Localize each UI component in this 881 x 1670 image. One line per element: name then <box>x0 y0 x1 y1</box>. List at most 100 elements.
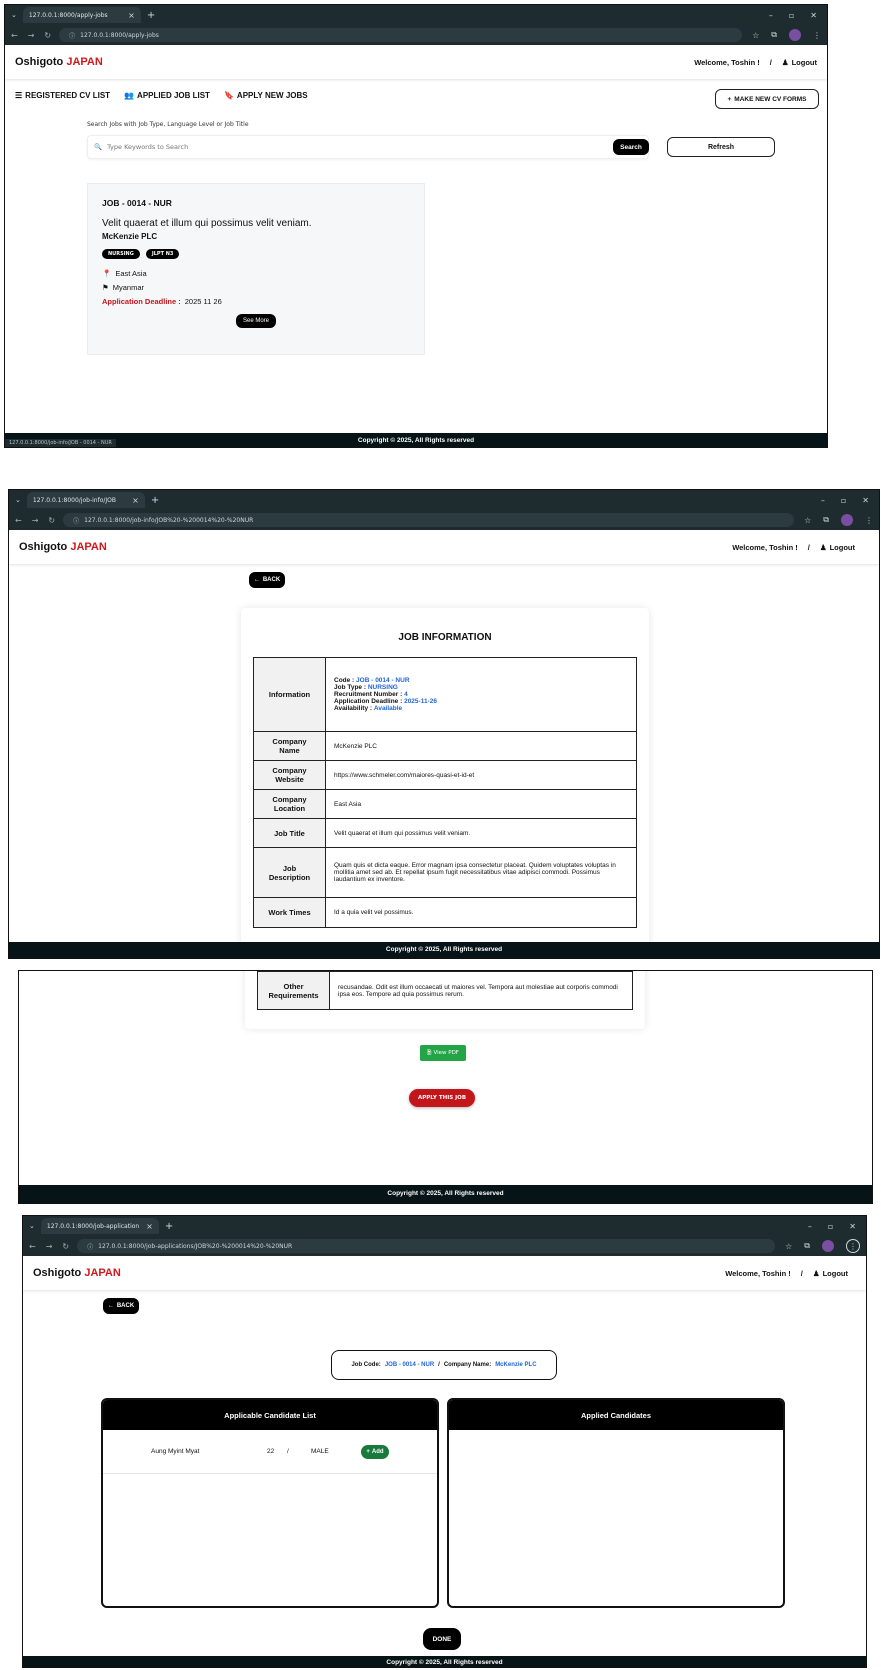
search-hint: Search Jobs with Job Type, Language Leve… <box>87 121 249 128</box>
flag-icon: ⚑ <box>102 283 109 292</box>
profile-avatar[interactable] <box>789 29 801 41</box>
new-tab-icon[interactable]: + <box>165 1221 173 1232</box>
tab-list-icon[interactable]: ⌄ <box>29 1222 35 1230</box>
job-info-table: Other Requirements recusandae. Odit est … <box>257 971 633 1010</box>
back-arrow-icon[interactable]: ← <box>11 31 18 40</box>
page-title: JOB INFORMATION <box>398 632 492 643</box>
search-field: 🔍 <box>87 135 649 159</box>
forward-arrow-icon[interactable]: → <box>46 1242 53 1251</box>
minimize-icon[interactable]: – <box>808 1222 812 1231</box>
extensions-icon[interactable]: ⧉ <box>771 30 777 40</box>
apply-job-button[interactable]: APPLY THIS JOB <box>409 1089 475 1107</box>
address-bar[interactable]: ⓘ 127.0.0.1:8000/job-info/JOB%20-%200014%… <box>63 513 795 527</box>
nav-applied-jobs[interactable]: 👥 APPLIED JOB LIST <box>124 91 210 100</box>
brand-logo[interactable]: Oshigoto JAPAN <box>33 1267 121 1279</box>
job-card: JOB - 0014 - NUR Velit quaerat et illum … <box>87 183 425 355</box>
close-tab-icon[interactable]: × <box>146 1222 153 1231</box>
brand-logo[interactable]: Oshigoto JAPAN <box>19 541 107 553</box>
see-more-button[interactable]: See More <box>236 314 276 328</box>
other-requirements-label: Other Requirements <box>257 971 330 1010</box>
search-button[interactable]: Search <box>613 139 649 155</box>
menu-icon[interactable]: ⋮ <box>813 31 821 40</box>
table-row: Other Requirements recusandae. Odit est … <box>257 971 633 1010</box>
bookmark-star-icon[interactable]: ☆ <box>785 1242 792 1251</box>
logout-link[interactable]: ♟ Logout <box>820 543 855 552</box>
address-bar[interactable]: ⓘ 127.0.0.1:8000/apply-jobs <box>59 28 743 42</box>
deadline-label: Application Deadline : <box>102 297 181 306</box>
site-info-icon[interactable]: ⓘ <box>73 516 79 525</box>
extensions-icon[interactable]: ⧉ <box>804 1241 810 1251</box>
profile-avatar[interactable] <box>822 1240 834 1252</box>
applied-candidates-panel: Applied Candidates <box>447 1398 785 1608</box>
candidate-name: Aung Myint Myat <box>151 1448 200 1455</box>
site-info-icon[interactable]: ⓘ <box>87 1242 93 1251</box>
screenshot-job-info: ⌄ 127.0.0.1:8000/job-info/JOB × + – ▫ ✕ ← → ↻… <box>8 489 880 959</box>
address-bar[interactable]: ⓘ 127.0.0.1:8000/job-applications/JOB%20-… <box>77 1239 776 1253</box>
screenshot-job-applications: ⌄ 127.0.0.1:8000/job-application × + – ▫ ✕ … <box>22 1215 867 1668</box>
separator: / <box>800 1268 803 1278</box>
language-badge: JLPT N3 <box>145 249 180 259</box>
close-tab-icon[interactable]: × <box>128 11 135 20</box>
back-button[interactable]: ← BACK <box>249 572 285 588</box>
forward-arrow-icon[interactable]: → <box>28 31 35 40</box>
bookmark-icon: 🔖 <box>223 91 234 100</box>
logout-link[interactable]: ♟ Logout <box>813 1269 848 1278</box>
panel-title: Applicable Candidate List <box>103 1400 437 1430</box>
file-icon: 🗎 <box>427 1049 432 1056</box>
reload-icon[interactable]: ↻ <box>48 516 55 525</box>
menu-icon[interactable]: ⋮ <box>865 516 873 525</box>
make-new-cv-button[interactable]: + MAKE NEW CV FORMS <box>715 89 819 109</box>
browser-tab[interactable]: 127.0.0.1:8000/job-application × <box>40 1218 159 1234</box>
restore-icon[interactable]: ▫ <box>789 11 794 20</box>
reload-icon[interactable]: ↻ <box>44 31 51 40</box>
table-row: Company Name McKenzie PLC <box>253 731 637 761</box>
search-input[interactable] <box>107 143 648 151</box>
nav-apply-new-jobs[interactable]: 🔖 APPLY NEW JOBS <box>224 91 308 100</box>
welcome-text: Welcome, Toshin ! <box>725 1268 791 1278</box>
view-pdf-button[interactable]: 🗎 View PDF <box>420 1045 466 1061</box>
job-title: Velit quaerat et illum qui possimus veli… <box>102 218 312 229</box>
restore-icon[interactable]: ▫ <box>841 496 846 505</box>
screenshot-apply-jobs: ⌄ 127.0.0.1:8000/apply-jobs × + – ▫ ✕ ← → ↻ ⓘ… <box>4 4 828 448</box>
deadline-value: 2025 11 26 <box>184 297 222 306</box>
close-tab-icon[interactable]: × <box>132 496 139 505</box>
restore-icon[interactable]: ▫ <box>828 1222 833 1231</box>
new-tab-icon[interactable]: + <box>151 495 159 506</box>
plus-icon: + <box>727 95 732 103</box>
profile-avatar[interactable] <box>841 514 853 526</box>
close-window-icon[interactable]: ✕ <box>862 496 869 505</box>
extensions-icon[interactable]: ⧉ <box>823 515 829 525</box>
close-window-icon[interactable]: ✕ <box>849 1222 856 1231</box>
logout-link[interactable]: ♟ Logout <box>782 58 817 67</box>
back-arrow-icon[interactable]: ← <box>15 516 22 525</box>
minimize-icon[interactable]: – <box>821 496 825 505</box>
bookmark-star-icon[interactable]: ☆ <box>752 31 759 40</box>
new-tab-icon[interactable]: + <box>147 10 155 21</box>
tab-list-icon[interactable]: ⌄ <box>11 11 17 19</box>
browser-chrome: ⌄ 127.0.0.1:8000/apply-jobs × + – ▫ ✕ ← → ↻ ⓘ… <box>5 5 827 45</box>
refresh-button[interactable]: Refresh <box>667 137 775 157</box>
forward-arrow-icon[interactable]: → <box>32 516 39 525</box>
applicable-candidates-panel: Applicable Candidate List Aung Myint Mya… <box>101 1398 439 1608</box>
menu-icon[interactable]: ⋮ <box>846 1239 860 1253</box>
job-info-table: Information Code : JOB - 0014 - NUR Job … <box>253 657 637 928</box>
done-button[interactable]: DONE <box>423 1628 461 1650</box>
browser-tab[interactable]: 127.0.0.1:8000/job-info/JOB × <box>26 492 145 508</box>
arrow-left-icon: ← <box>107 1303 114 1309</box>
search-icon: 🔍 <box>94 143 103 151</box>
table-row: Company Website https://www.schmeler.com/… <box>253 760 637 790</box>
close-window-icon[interactable]: ✕ <box>810 11 817 20</box>
back-arrow-icon[interactable]: ← <box>29 1242 36 1251</box>
brand-logo[interactable]: Oshigoto JAPAN <box>15 56 103 68</box>
minimize-icon[interactable]: – <box>769 11 773 20</box>
tab-list-icon[interactable]: ⌄ <box>15 496 21 504</box>
table-row: Company Location East Asia <box>253 789 637 819</box>
add-candidate-button[interactable]: + Add <box>361 1444 389 1459</box>
job-code: JOB - 0014 - NUR <box>102 198 172 208</box>
reload-icon[interactable]: ↻ <box>62 1242 69 1251</box>
site-info-icon[interactable]: ⓘ <box>69 31 75 40</box>
back-button[interactable]: ← BACK <box>103 1298 139 1314</box>
nav-registered-cv[interactable]: ☰ REGISTERED CV LIST <box>15 91 110 100</box>
bookmark-star-icon[interactable]: ☆ <box>804 516 811 525</box>
browser-tab[interactable]: 127.0.0.1:8000/apply-jobs × <box>22 7 141 23</box>
